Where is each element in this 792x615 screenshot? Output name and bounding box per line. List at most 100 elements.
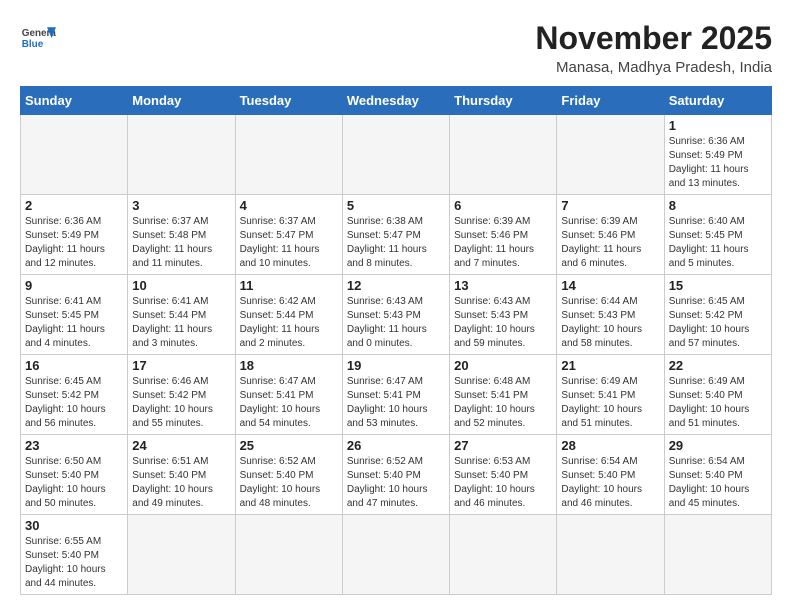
calendar-cell: 16Sunrise: 6:45 AM Sunset: 5:42 PM Dayli… — [21, 355, 128, 435]
calendar-cell — [450, 515, 557, 595]
calendar-cell: 10Sunrise: 6:41 AM Sunset: 5:44 PM Dayli… — [128, 275, 235, 355]
calendar-cell — [557, 115, 664, 195]
calendar-cell: 24Sunrise: 6:51 AM Sunset: 5:40 PM Dayli… — [128, 435, 235, 515]
day-number: 19 — [347, 358, 445, 373]
calendar-cell: 30Sunrise: 6:55 AM Sunset: 5:40 PM Dayli… — [21, 515, 128, 595]
day-number: 28 — [561, 438, 659, 453]
day-number: 7 — [561, 198, 659, 213]
day-number: 26 — [347, 438, 445, 453]
day-number: 17 — [132, 358, 230, 373]
day-info: Sunrise: 6:41 AM Sunset: 5:45 PM Dayligh… — [25, 295, 123, 351]
day-number: 30 — [25, 518, 123, 533]
calendar-cell — [450, 115, 557, 195]
weekday-header-monday: Monday — [128, 87, 235, 115]
calendar-cell: 7Sunrise: 6:39 AM Sunset: 5:46 PM Daylig… — [557, 195, 664, 275]
day-number: 12 — [347, 278, 445, 293]
day-number: 4 — [240, 198, 338, 213]
day-number: 1 — [669, 118, 767, 133]
calendar-table: SundayMondayTuesdayWednesdayThursdayFrid… — [20, 86, 772, 595]
calendar-cell: 9Sunrise: 6:41 AM Sunset: 5:45 PM Daylig… — [21, 275, 128, 355]
day-number: 8 — [669, 198, 767, 213]
calendar-cell: 8 Sunrise: 6:40 AM Sunset: 5:45 PM Daylig… — [664, 195, 771, 275]
day-number: 22 — [669, 358, 767, 373]
day-info: Sunrise: 6:43 AM Sunset: 5:43 PM Dayligh… — [347, 295, 445, 351]
calendar-cell — [557, 515, 664, 595]
calendar-cell: 4 Sunrise: 6:37 AM Sunset: 5:47 PM Daylig… — [235, 195, 342, 275]
calendar-cell — [235, 115, 342, 195]
calendar-cell: 19Sunrise: 6:47 AM Sunset: 5:41 PM Dayli… — [342, 355, 449, 435]
calendar-cell — [128, 515, 235, 595]
day-info: Sunrise: 6:52 AM Sunset: 5:40 PM Dayligh… — [240, 455, 338, 511]
day-number: 3 — [132, 198, 230, 213]
day-info: Sunrise: 6:53 AM Sunset: 5:40 PM Dayligh… — [454, 455, 552, 511]
week-row-2: 2 Sunrise: 6:36 AM Sunset: 5:49 PM Daylig… — [21, 195, 772, 275]
calendar-cell — [128, 115, 235, 195]
day-number: 13 — [454, 278, 552, 293]
week-row-3: 9Sunrise: 6:41 AM Sunset: 5:45 PM Daylig… — [21, 275, 772, 355]
weekday-header-wednesday: Wednesday — [342, 87, 449, 115]
day-number: 2 — [25, 198, 123, 213]
day-info: Sunrise: 6:50 AM Sunset: 5:40 PM Dayligh… — [25, 455, 123, 511]
calendar-cell: 29 Sunrise: 6:54 AM Sunset: 5:40 PM Dayli… — [664, 435, 771, 515]
calendar-cell — [235, 515, 342, 595]
day-number: 23 — [25, 438, 123, 453]
calendar-cell: 23 Sunrise: 6:50 AM Sunset: 5:40 PM Dayli… — [21, 435, 128, 515]
calendar-cell: 17 Sunrise: 6:46 AM Sunset: 5:42 PM Dayli… — [128, 355, 235, 435]
calendar-cell — [21, 115, 128, 195]
calendar-cell: 12 Sunrise: 6:43 AM Sunset: 5:43 PM Dayli… — [342, 275, 449, 355]
day-number: 29 — [669, 438, 767, 453]
day-number: 10 — [132, 278, 230, 293]
calendar-cell: 18 Sunrise: 6:47 AM Sunset: 5:41 PM Dayli… — [235, 355, 342, 435]
calendar-cell: 5 Sunrise: 6:38 AM Sunset: 5:47 PM Daylig… — [342, 195, 449, 275]
svg-text:Blue: Blue — [22, 39, 44, 50]
day-info: Sunrise: 6:54 AM Sunset: 5:40 PM Dayligh… — [561, 455, 659, 511]
day-info: Sunrise: 6:36 AM Sunset: 5:49 PM Dayligh… — [25, 215, 123, 271]
calendar-cell: 11 Sunrise: 6:42 AM Sunset: 5:44 PM Dayli… — [235, 275, 342, 355]
calendar-cell: 6Sunrise: 6:39 AM Sunset: 5:46 PM Daylig… — [450, 195, 557, 275]
day-info: Sunrise: 6:38 AM Sunset: 5:47 PM Dayligh… — [347, 215, 445, 271]
day-info: Sunrise: 6:40 AM Sunset: 5:45 PM Dayligh… — [669, 215, 767, 271]
day-number: 14 — [561, 278, 659, 293]
calendar-cell: 2 Sunrise: 6:36 AM Sunset: 5:49 PM Daylig… — [21, 195, 128, 275]
weekday-header-friday: Friday — [557, 87, 664, 115]
location-title: Manasa, Madhya Pradesh, India — [535, 59, 772, 76]
day-number: 21 — [561, 358, 659, 373]
day-info: Sunrise: 6:39 AM Sunset: 5:46 PM Dayligh… — [454, 215, 552, 271]
calendar-cell: 22Sunrise: 6:49 AM Sunset: 5:40 PM Dayli… — [664, 355, 771, 435]
day-info: Sunrise: 6:47 AM Sunset: 5:41 PM Dayligh… — [240, 375, 338, 431]
week-row-5: 23 Sunrise: 6:50 AM Sunset: 5:40 PM Dayli… — [21, 435, 772, 515]
day-number: 16 — [25, 358, 123, 373]
day-info: Sunrise: 6:37 AM Sunset: 5:47 PM Dayligh… — [240, 215, 338, 271]
day-info: Sunrise: 6:46 AM Sunset: 5:42 PM Dayligh… — [132, 375, 230, 431]
page-header: General Blue November 2025 Manasa, Madhy… — [20, 20, 772, 76]
month-title: November 2025 — [535, 20, 772, 57]
day-info: Sunrise: 6:54 AM Sunset: 5:40 PM Dayligh… — [669, 455, 767, 511]
week-row-1: 1Sunrise: 6:36 AM Sunset: 5:49 PM Daylig… — [21, 115, 772, 195]
day-number: 27 — [454, 438, 552, 453]
calendar-cell: 1Sunrise: 6:36 AM Sunset: 5:49 PM Daylig… — [664, 115, 771, 195]
day-info: Sunrise: 6:49 AM Sunset: 5:41 PM Dayligh… — [561, 375, 659, 431]
title-area: November 2025 Manasa, Madhya Pradesh, In… — [535, 20, 772, 76]
day-info: Sunrise: 6:42 AM Sunset: 5:44 PM Dayligh… — [240, 295, 338, 351]
day-info: Sunrise: 6:37 AM Sunset: 5:48 PM Dayligh… — [132, 215, 230, 271]
day-info: Sunrise: 6:43 AM Sunset: 5:43 PM Dayligh… — [454, 295, 552, 351]
calendar-cell: 26 Sunrise: 6:52 AM Sunset: 5:40 PM Dayli… — [342, 435, 449, 515]
calendar-cell — [664, 515, 771, 595]
weekday-header-row: SundayMondayTuesdayWednesdayThursdayFrid… — [21, 87, 772, 115]
day-number: 18 — [240, 358, 338, 373]
day-info: Sunrise: 6:52 AM Sunset: 5:40 PM Dayligh… — [347, 455, 445, 511]
day-info: Sunrise: 6:45 AM Sunset: 5:42 PM Dayligh… — [669, 295, 767, 351]
week-row-4: 16Sunrise: 6:45 AM Sunset: 5:42 PM Dayli… — [21, 355, 772, 435]
day-number: 15 — [669, 278, 767, 293]
day-number: 5 — [347, 198, 445, 213]
calendar-cell: 15 Sunrise: 6:45 AM Sunset: 5:42 PM Dayli… — [664, 275, 771, 355]
calendar-cell: 14 Sunrise: 6:44 AM Sunset: 5:43 PM Dayli… — [557, 275, 664, 355]
weekday-header-sunday: Sunday — [21, 87, 128, 115]
day-info: Sunrise: 6:48 AM Sunset: 5:41 PM Dayligh… — [454, 375, 552, 431]
weekday-header-saturday: Saturday — [664, 87, 771, 115]
day-info: Sunrise: 6:44 AM Sunset: 5:43 PM Dayligh… — [561, 295, 659, 351]
day-number: 11 — [240, 278, 338, 293]
day-number: 25 — [240, 438, 338, 453]
calendar-cell: 25 Sunrise: 6:52 AM Sunset: 5:40 PM Dayli… — [235, 435, 342, 515]
week-row-6: 30Sunrise: 6:55 AM Sunset: 5:40 PM Dayli… — [21, 515, 772, 595]
